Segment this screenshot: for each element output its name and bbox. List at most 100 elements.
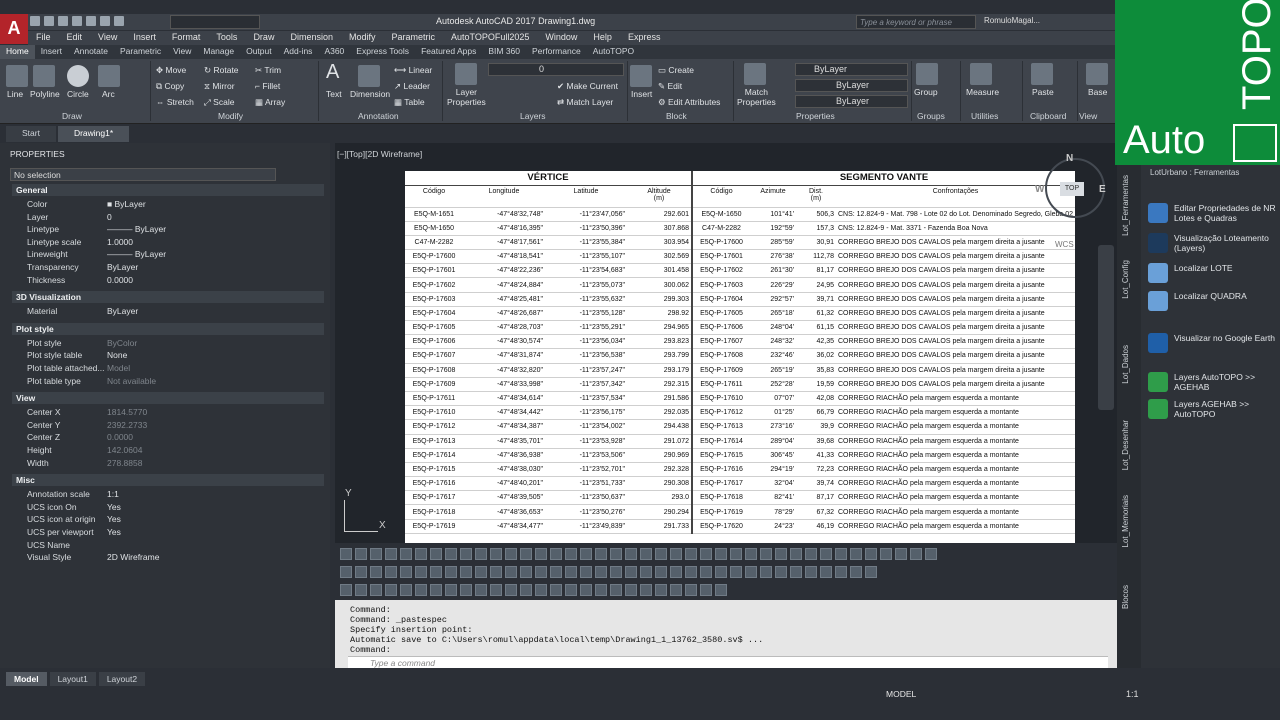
toolbar-button-icon[interactable] bbox=[670, 566, 682, 578]
menu-item-autotopofull2025[interactable]: AutoTOPOFull2025 bbox=[443, 31, 537, 45]
property-value[interactable]: ByColor bbox=[107, 338, 137, 348]
scale-button[interactable]: ⤢ Scale bbox=[204, 97, 234, 108]
property-row[interactable]: Layer 0 bbox=[27, 212, 324, 224]
toolbar-button-icon[interactable] bbox=[790, 566, 802, 578]
menu-item-modify[interactable]: Modify bbox=[341, 31, 384, 45]
doc-tab-1[interactable]: Drawing1* bbox=[57, 126, 130, 142]
property-row[interactable]: Annotation scale 1:1 bbox=[27, 489, 324, 501]
tab-home[interactable]: Home bbox=[0, 45, 35, 59]
property-value[interactable]: ——— ByLayer bbox=[107, 224, 166, 234]
section-plot[interactable]: Plot style bbox=[12, 322, 324, 335]
menu-item-tools[interactable]: Tools bbox=[208, 31, 245, 45]
toolbar-button-icon[interactable] bbox=[475, 548, 487, 560]
base-icon[interactable] bbox=[1086, 63, 1108, 85]
property-value[interactable]: Model bbox=[107, 363, 130, 373]
color-dropdown[interactable]: ByLayer bbox=[795, 63, 908, 76]
toolbar-button-icon[interactable] bbox=[595, 584, 607, 596]
layer-properties-icon[interactable] bbox=[455, 63, 477, 85]
toolbar-button-icon[interactable] bbox=[670, 584, 682, 596]
table-row[interactable]: E5Q-P-17604 -47°48'26,687" -11°23'55,128" 2… bbox=[405, 306, 1075, 322]
menu-item-window[interactable]: Window bbox=[537, 31, 585, 45]
toolbar-button-icon[interactable] bbox=[520, 548, 532, 560]
toolbar-button-icon[interactable] bbox=[550, 566, 562, 578]
toolbar-button-icon[interactable] bbox=[445, 548, 457, 560]
property-value[interactable]: None bbox=[107, 350, 127, 360]
toolbar-button-icon[interactable] bbox=[775, 566, 787, 578]
edit-attributes-button[interactable]: ⚙ Edit Attributes bbox=[658, 97, 720, 108]
table-row[interactable]: E5Q-P-17603 -47°48'25,481" -11°23'55,632" 2… bbox=[405, 292, 1075, 307]
table-row[interactable]: E5Q-P-17611 -47°48'34,614" -11°23'57,534" 2… bbox=[405, 391, 1075, 407]
toolbar-button-icon[interactable] bbox=[385, 584, 397, 596]
text-button[interactable]: Text bbox=[326, 89, 342, 99]
paste-button[interactable]: Paste bbox=[1032, 87, 1054, 97]
section-general[interactable]: General bbox=[12, 184, 324, 196]
toolbar-button-icon[interactable] bbox=[715, 548, 727, 560]
table-row[interactable]: E5Q-P-17605 -47°48'28,703" -11°23'55,291" 2… bbox=[405, 320, 1075, 336]
toolbar-button-icon[interactable] bbox=[685, 548, 697, 560]
utilities-panel-title[interactable]: Utilities bbox=[971, 111, 998, 121]
property-row[interactable]: Visual Style 2D Wireframe bbox=[27, 552, 324, 564]
redo-icon[interactable] bbox=[114, 16, 124, 26]
property-row[interactable]: UCS icon On Yes bbox=[27, 502, 324, 514]
toolbar-button-icon[interactable] bbox=[880, 548, 892, 560]
property-value[interactable]: 2392.2733 bbox=[107, 420, 147, 430]
toolbar-button-icon[interactable] bbox=[565, 548, 577, 560]
menu-item-edit[interactable]: Edit bbox=[59, 31, 91, 45]
toolbar-button-icon[interactable] bbox=[355, 548, 367, 560]
property-value[interactable]: Yes bbox=[107, 527, 121, 537]
toolbar-button-icon[interactable] bbox=[595, 566, 607, 578]
toolbar-button-icon[interactable] bbox=[640, 566, 652, 578]
property-row[interactable]: Material ByLayer bbox=[27, 306, 324, 318]
autocad-logo[interactable]: A bbox=[0, 14, 28, 44]
tab-bim-360[interactable]: BIM 360 bbox=[482, 45, 526, 59]
menu-item-file[interactable]: File bbox=[28, 31, 59, 45]
measure-icon[interactable] bbox=[970, 63, 992, 85]
toolbar-button-icon[interactable] bbox=[610, 566, 622, 578]
toolbar-button-icon[interactable] bbox=[655, 584, 667, 596]
toolbar-button-icon[interactable] bbox=[865, 566, 877, 578]
property-row[interactable]: Center X 1814.5770 bbox=[27, 407, 324, 419]
tab-add-ins[interactable]: Add-ins bbox=[278, 45, 319, 59]
property-value[interactable]: Yes bbox=[107, 502, 121, 512]
table-row[interactable]: E5Q-P-17610 -47°48'34,442" -11°23'56,175" 2… bbox=[405, 405, 1075, 421]
tab-a360[interactable]: A360 bbox=[318, 45, 350, 59]
toolbar-button-icon[interactable] bbox=[865, 548, 877, 560]
menu-item-draw[interactable]: Draw bbox=[245, 31, 282, 45]
toolbar-button-icon[interactable] bbox=[400, 566, 412, 578]
annotation-scale[interactable]: 1:1 bbox=[1126, 689, 1139, 699]
match-layer-button[interactable]: ⇄ Match Layer bbox=[557, 97, 613, 108]
toolbar-button-icon[interactable] bbox=[625, 584, 637, 596]
toolbar-button-icon[interactable] bbox=[895, 548, 907, 560]
property-value[interactable]: Yes bbox=[107, 514, 121, 524]
toolbar-button-icon[interactable] bbox=[835, 566, 847, 578]
saveas-icon[interactable] bbox=[72, 16, 82, 26]
vertical-tab-lot_config[interactable]: Lot_Config bbox=[1121, 260, 1130, 299]
text-icon[interactable]: A bbox=[326, 61, 339, 84]
toolbar-button-icon[interactable] bbox=[610, 584, 622, 596]
toolbar-button-icon[interactable] bbox=[370, 566, 382, 578]
group-button[interactable]: Group bbox=[914, 87, 938, 97]
vertical-tab-lot_memoriais[interactable]: Lot_Memoriais bbox=[1121, 495, 1130, 547]
property-row[interactable]: Color ■ ByLayer bbox=[27, 199, 324, 211]
toolbar-button-icon[interactable] bbox=[850, 566, 862, 578]
lineweight-dropdown[interactable]: ByLayer bbox=[795, 95, 908, 108]
dimension-button[interactable]: Dimension bbox=[350, 89, 390, 99]
polyline-button[interactable]: Polyline bbox=[30, 89, 60, 99]
menu-item-parametric[interactable]: Parametric bbox=[384, 31, 444, 45]
viewcube-top[interactable]: TOP bbox=[1060, 182, 1084, 196]
toolbar-button-icon[interactable] bbox=[580, 566, 592, 578]
toolbar-button-icon[interactable] bbox=[655, 566, 667, 578]
menu-item-express[interactable]: Express bbox=[620, 31, 669, 45]
tab-featured-apps[interactable]: Featured Apps bbox=[415, 45, 482, 59]
section-viz3d[interactable]: 3D Visualization bbox=[12, 291, 324, 304]
property-row[interactable]: Center Y 2392.2733 bbox=[27, 420, 324, 432]
toolbar-button-icon[interactable] bbox=[745, 548, 757, 560]
property-value[interactable]: ByLayer bbox=[107, 306, 138, 316]
property-value[interactable]: 278.8858 bbox=[107, 458, 142, 468]
toolbar-button-icon[interactable] bbox=[715, 584, 727, 596]
property-value[interactable]: ByLayer bbox=[107, 262, 138, 272]
search-input[interactable]: Type a keyword or phrase bbox=[856, 15, 976, 29]
toolbar-button-icon[interactable] bbox=[805, 548, 817, 560]
array-button[interactable]: ▦ Array bbox=[255, 97, 285, 108]
property-row[interactable]: Width 278.8858 bbox=[27, 458, 324, 470]
